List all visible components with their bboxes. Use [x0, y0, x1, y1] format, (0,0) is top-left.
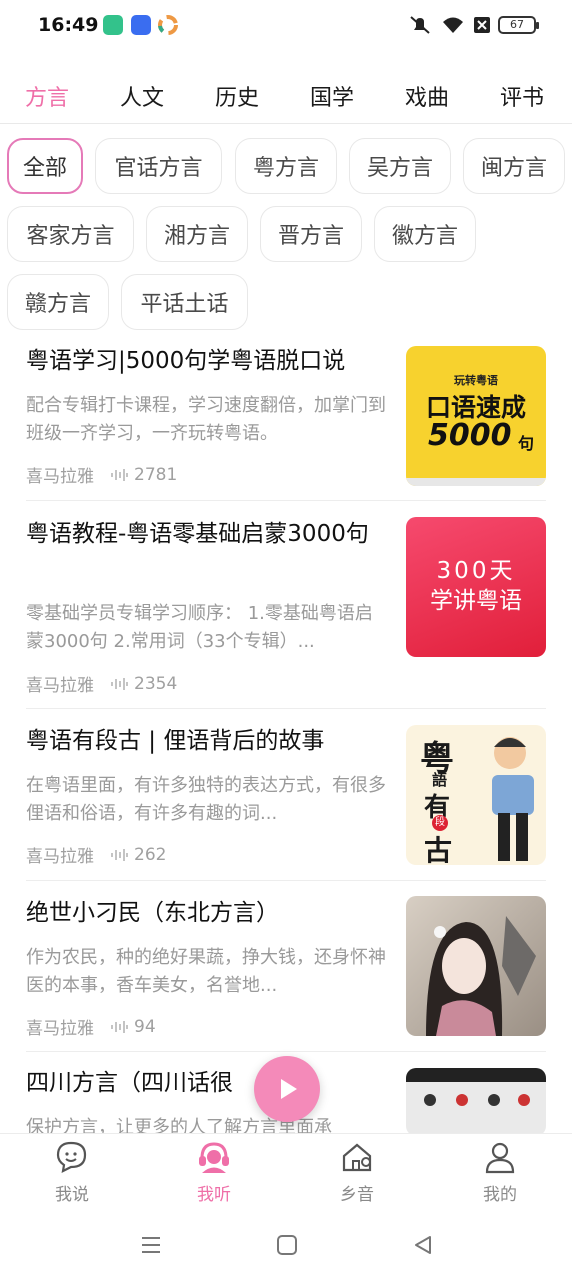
home-location-icon [342, 1143, 372, 1172]
cover-text: 300天 [436, 558, 516, 584]
audio-wave-icon [111, 677, 128, 690]
status-bar: 16:49 67 [0, 0, 572, 52]
cover-illustration [426, 916, 536, 1036]
nav-label: 乡音 [340, 1185, 374, 1205]
tab-sinology[interactable]: 国学 [310, 80, 354, 112]
tab-dialect[interactable]: 方言 [25, 80, 69, 112]
notification-app-icon [103, 15, 123, 35]
list-item[interactable]: 粤语教程-粤语零基础启蒙3000句 零基础学员专辑学习顺序： 1.零基础粤语启蒙… [26, 517, 546, 697]
item-source: 喜马拉雅 [26, 467, 94, 487]
filter-chip-all[interactable]: 全部 [7, 138, 83, 194]
item-title: 粤语学习|5000句学粤语脱口说 [26, 348, 346, 374]
item-cover-image: 粤 語 有 段 古 [406, 725, 546, 865]
cover-text: 玩转粤语 [454, 374, 498, 387]
user-icon [485, 1142, 515, 1174]
item-play-count: 2354 [134, 673, 178, 694]
item-cover-image [406, 1068, 546, 1136]
filter-chip-mandarin[interactable]: 官话方言 [95, 138, 222, 194]
list-divider [26, 1051, 546, 1052]
headphones-user-icon [199, 1142, 229, 1173]
filter-chip-gan[interactable]: 赣方言 [7, 274, 109, 330]
list-item[interactable]: 粤语有段古 | 俚语背后的故事 在粤语里面，有许多独特的表达方式，有很多俚语和俗… [26, 724, 546, 874]
filter-chip-xiang[interactable]: 湘方言 [146, 206, 248, 262]
item-title: 绝世小刁民（东北方言） [26, 900, 279, 926]
item-play-count: 94 [134, 1016, 156, 1037]
list-item[interactable]: 粤语学习|5000句学粤语脱口说 配合专辑打卡课程，学习速度翻倍，加掌门到班级一… [26, 344, 546, 494]
audio-wave-icon [111, 468, 128, 481]
item-source: 喜马拉雅 [26, 847, 94, 867]
back-icon[interactable] [412, 1234, 434, 1256]
tab-humanities[interactable]: 人文 [120, 80, 164, 112]
item-cover-image: 玩转粤语 口语速成 5000 句 [406, 346, 546, 486]
audio-wave-icon [111, 848, 128, 861]
item-play-count: 2781 [134, 464, 178, 485]
filter-chip-cantonese[interactable]: 粤方言 [235, 138, 337, 194]
item-meta: 喜马拉雅 2781 [26, 462, 178, 488]
notification-radio-icon [131, 15, 151, 35]
nav-item-hometown[interactable]: 乡音 [307, 1140, 407, 1205]
menu-icon[interactable] [140, 1235, 162, 1255]
item-description: 配合专辑打卡课程，学习速度翻倍，加掌门到班级一齐学习，一齐玩转粤语。 [26, 395, 386, 444]
item-cover-image [406, 896, 546, 1036]
list-divider [26, 708, 546, 709]
nav-item-mine[interactable]: 我的 [450, 1140, 550, 1205]
cover-illustration [492, 737, 534, 861]
item-title: 粤语教程-粤语零基础启蒙3000句 [26, 521, 369, 547]
nav-label: 我听 [197, 1185, 231, 1205]
tabs-divider [0, 123, 572, 124]
nav-item-listen[interactable]: 我听 [164, 1140, 264, 1205]
status-time: 16:49 [38, 14, 99, 36]
item-description: 在粤语里面，有许多独特的表达方式，有很多俚语和俗语，有许多有趣的词... [26, 775, 386, 824]
floating-play-button[interactable] [254, 1056, 320, 1122]
filter-chip-wu[interactable]: 吴方言 [349, 138, 451, 194]
filter-chip-hakka[interactable]: 客家方言 [7, 206, 134, 262]
item-play-count: 262 [134, 844, 167, 865]
item-cover-image: 300天 学讲粤语 [406, 517, 546, 657]
sim-none-icon [472, 14, 492, 36]
tab-history[interactable]: 历史 [215, 80, 259, 112]
item-source: 喜马拉雅 [26, 1019, 94, 1039]
wifi-icon [440, 14, 466, 36]
filter-chip-min[interactable]: 闽方言 [463, 138, 565, 194]
face-chat-icon [56, 1141, 87, 1173]
item-meta: 喜马拉雅 262 [26, 842, 167, 868]
cover-text: 古 [424, 834, 453, 865]
home-button-icon[interactable] [276, 1234, 298, 1256]
item-meta: 喜马拉雅 2354 [26, 671, 178, 697]
item-title: 四川方言（四川话很 [26, 1070, 233, 1096]
mute-vibrate-icon [408, 14, 432, 36]
list-divider [26, 500, 546, 501]
item-title: 粤语有段古 | 俚语背后的故事 [26, 728, 325, 754]
item-meta: 喜马拉雅 94 [26, 1014, 156, 1040]
item-description: 零基础学员专辑学习顺序： 1.零基础粤语启蒙3000句 2.常用词（33个专辑）… [26, 603, 373, 652]
filter-chip-pinghua[interactable]: 平话土话 [121, 274, 248, 330]
filter-chip-jin[interactable]: 晋方言 [260, 206, 362, 262]
battery-icon: 67 [498, 16, 539, 34]
system-navigation-bar [0, 1213, 572, 1280]
bottom-navigation: 我说 我听 乡音 我的 [0, 1133, 572, 1213]
filter-chip-hui[interactable]: 徽方言 [374, 206, 476, 262]
nav-label: 我的 [483, 1185, 517, 1205]
notification-colorful-icon [158, 15, 178, 35]
item-description: 作为农民，种的绝好果蔬，挣大钱，还身怀神医的本事，香车美女，名誉地... [26, 947, 386, 996]
audio-wave-icon [111, 1020, 128, 1033]
nav-item-speak[interactable]: 我说 [22, 1140, 122, 1205]
list-item[interactable]: 绝世小刁民（东北方言） 作为农民，种的绝好果蔬，挣大钱，还身怀神医的本事，香车美… [26, 896, 546, 1046]
play-icon [281, 1079, 297, 1099]
cover-text: 5000 [428, 418, 512, 453]
tab-opera[interactable]: 戏曲 [405, 80, 449, 112]
item-source: 喜马拉雅 [26, 676, 94, 696]
list-divider [26, 880, 546, 881]
cover-text: 学讲粤语 [430, 588, 522, 614]
category-tabs: 方言 人文 历史 国学 戏曲 评书 [0, 72, 572, 124]
cover-text: 句 [518, 434, 535, 453]
tab-storytelling[interactable]: 评书 [500, 80, 544, 112]
nav-label: 我说 [55, 1185, 89, 1205]
